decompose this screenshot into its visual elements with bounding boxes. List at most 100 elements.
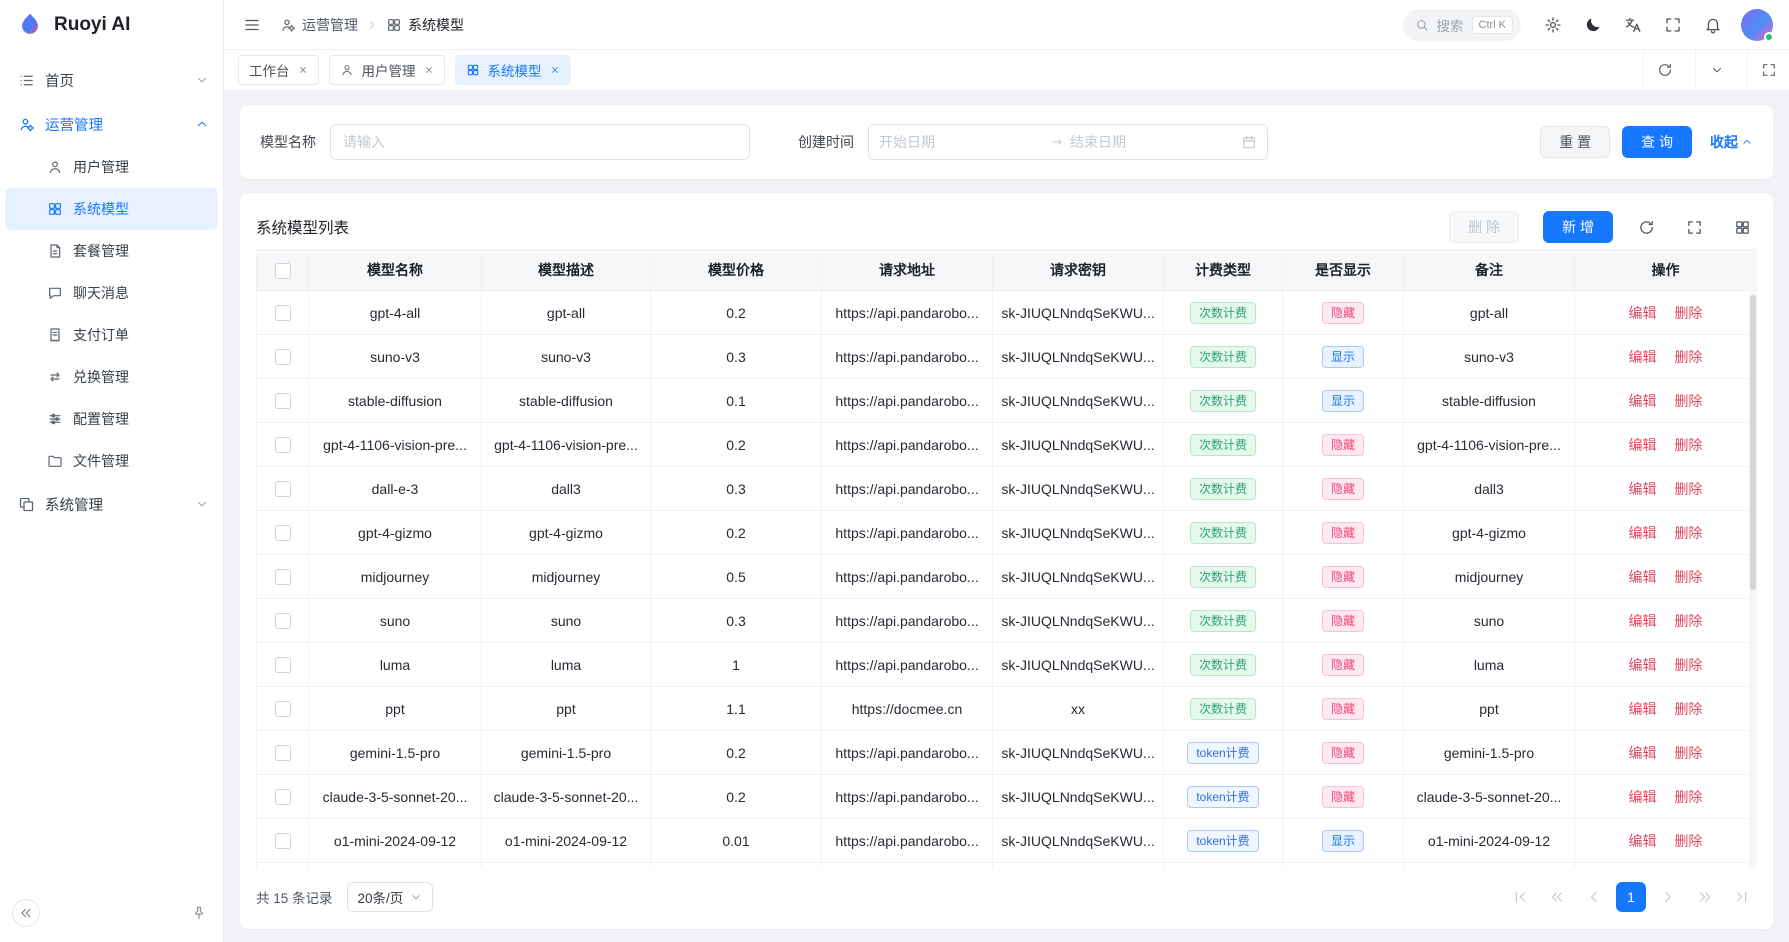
- last-page-button[interactable]: [1727, 882, 1757, 912]
- close-icon[interactable]: [298, 65, 308, 75]
- refresh-table-button[interactable]: [1631, 212, 1661, 242]
- add-button[interactable]: 新 增: [1543, 211, 1613, 243]
- table-scrollbar-thumb[interactable]: [1750, 295, 1756, 590]
- logo[interactable]: Ruoyi AI: [0, 0, 223, 50]
- delete-link[interactable]: 删除: [1674, 701, 1702, 717]
- row-checkbox[interactable]: [275, 437, 291, 453]
- delete-link[interactable]: 删除: [1674, 745, 1702, 761]
- edit-link[interactable]: 编辑: [1629, 525, 1657, 541]
- delete-link[interactable]: 删除: [1674, 437, 1702, 453]
- content-fullscreen-button[interactable]: [1747, 50, 1789, 91]
- row-checkbox[interactable]: [275, 349, 291, 365]
- settings-button[interactable]: [1537, 9, 1569, 41]
- global-search[interactable]: 搜索 Ctrl K: [1403, 9, 1522, 41]
- edit-link[interactable]: 编辑: [1629, 305, 1657, 321]
- cell-model-price: 0.5: [651, 555, 822, 599]
- edit-link[interactable]: 编辑: [1629, 613, 1657, 629]
- collapse-filter-link[interactable]: 收起: [1710, 132, 1753, 152]
- delete-link[interactable]: 删除: [1674, 657, 1702, 673]
- sidebar-section-operations[interactable]: 运营管理: [0, 102, 223, 146]
- sidebar-item-chat-messages[interactable]: 聊天消息: [5, 272, 218, 314]
- sidebar-section-home[interactable]: 首页: [0, 58, 223, 102]
- tab-options-button[interactable]: [1695, 50, 1737, 91]
- column-settings-button[interactable]: [1727, 212, 1757, 242]
- edit-link[interactable]: 编辑: [1629, 481, 1657, 497]
- breadcrumb-item-system-model[interactable]: 系统模型: [386, 15, 464, 35]
- tab-bar: 工作台 用户管理 系统模型: [224, 50, 1789, 91]
- start-date-input[interactable]: [879, 134, 1044, 150]
- tab-workbench[interactable]: 工作台: [238, 55, 319, 85]
- end-date-input[interactable]: [1070, 134, 1235, 150]
- delete-link[interactable]: 删除: [1674, 349, 1702, 365]
- first-page-button[interactable]: [1505, 882, 1535, 912]
- query-button[interactable]: 查 询: [1622, 126, 1692, 158]
- refresh-tab-button[interactable]: [1643, 50, 1685, 91]
- close-icon[interactable]: [424, 65, 434, 75]
- reset-button[interactable]: 重 置: [1540, 126, 1610, 158]
- row-checkbox[interactable]: [275, 789, 291, 805]
- sidebar-collapse-button[interactable]: [12, 899, 40, 927]
- row-checkbox[interactable]: [275, 569, 291, 585]
- jump-forward-button[interactable]: [1690, 882, 1720, 912]
- delete-link[interactable]: 删除: [1674, 789, 1702, 805]
- model-name-input[interactable]: [330, 124, 750, 160]
- edit-link[interactable]: 编辑: [1629, 393, 1657, 409]
- delete-link[interactable]: 删除: [1674, 393, 1702, 409]
- edit-link[interactable]: 编辑: [1629, 701, 1657, 717]
- tab-user-management[interactable]: 用户管理: [329, 55, 445, 85]
- row-checkbox[interactable]: [275, 525, 291, 541]
- cell-model-name: stable-diffusion: [309, 379, 482, 423]
- jump-back-button[interactable]: [1542, 882, 1572, 912]
- menu-toggle-button[interactable]: [236, 9, 268, 41]
- notifications-button[interactable]: [1697, 9, 1729, 41]
- row-checkbox[interactable]: [275, 745, 291, 761]
- delete-link[interactable]: 删除: [1674, 305, 1702, 321]
- create-time-range-picker[interactable]: [868, 124, 1268, 160]
- batch-delete-button[interactable]: 删 除: [1449, 211, 1519, 243]
- row-checkbox[interactable]: [275, 833, 291, 849]
- sidebar-item-file-management[interactable]: 文件管理: [5, 440, 218, 482]
- table-fullscreen-button[interactable]: [1679, 212, 1709, 242]
- delete-link[interactable]: 删除: [1674, 613, 1702, 629]
- row-checkbox[interactable]: [275, 305, 291, 321]
- sidebar-item-system-model[interactable]: 系统模型: [5, 188, 218, 230]
- delete-link[interactable]: 删除: [1674, 569, 1702, 585]
- page-size-select[interactable]: 20条/页: [347, 882, 434, 912]
- prev-page-button[interactable]: [1579, 882, 1609, 912]
- edit-link[interactable]: 编辑: [1629, 833, 1657, 849]
- delete-link[interactable]: 删除: [1674, 833, 1702, 849]
- row-checkbox[interactable]: [275, 657, 291, 673]
- sidebar-item-redemption-management[interactable]: 兑换管理: [5, 356, 218, 398]
- edit-link[interactable]: 编辑: [1629, 349, 1657, 365]
- cell-model-desc: gemini-1.5-pro: [482, 731, 651, 775]
- row-checkbox[interactable]: [275, 481, 291, 497]
- language-button[interactable]: [1617, 9, 1649, 41]
- fullscreen-button[interactable]: [1657, 9, 1689, 41]
- current-page-button[interactable]: 1: [1616, 882, 1646, 912]
- sidebar-item-config-management[interactable]: 配置管理: [5, 398, 218, 440]
- row-checkbox[interactable]: [275, 701, 291, 717]
- row-checkbox[interactable]: [275, 393, 291, 409]
- pin-sidebar-button[interactable]: [191, 905, 207, 921]
- edit-link[interactable]: 编辑: [1629, 569, 1657, 585]
- select-all-checkbox[interactable]: [275, 263, 291, 279]
- sidebar-item-user-management[interactable]: 用户管理: [5, 146, 218, 188]
- edit-link[interactable]: 编辑: [1629, 657, 1657, 673]
- sidebar-section-system[interactable]: 系统管理: [0, 482, 223, 526]
- sidebar-item-payment-orders[interactable]: 支付订单: [5, 314, 218, 356]
- visibility-badge: 隐藏: [1322, 610, 1364, 632]
- avatar[interactable]: [1741, 9, 1773, 41]
- close-icon[interactable]: [550, 65, 560, 75]
- dark-mode-button[interactable]: [1577, 9, 1609, 41]
- edit-link[interactable]: 编辑: [1629, 437, 1657, 453]
- breadcrumb-item-operations[interactable]: 运营管理: [280, 15, 358, 35]
- sidebar-item-package-management[interactable]: 套餐管理: [5, 230, 218, 272]
- edit-link[interactable]: 编辑: [1629, 745, 1657, 761]
- delete-link[interactable]: 删除: [1674, 481, 1702, 497]
- tab-system-model[interactable]: 系统模型: [455, 55, 571, 85]
- expand-icon: [1686, 219, 1703, 236]
- edit-link[interactable]: 编辑: [1629, 789, 1657, 805]
- row-checkbox[interactable]: [275, 613, 291, 629]
- delete-link[interactable]: 删除: [1674, 525, 1702, 541]
- next-page-button[interactable]: [1653, 882, 1683, 912]
